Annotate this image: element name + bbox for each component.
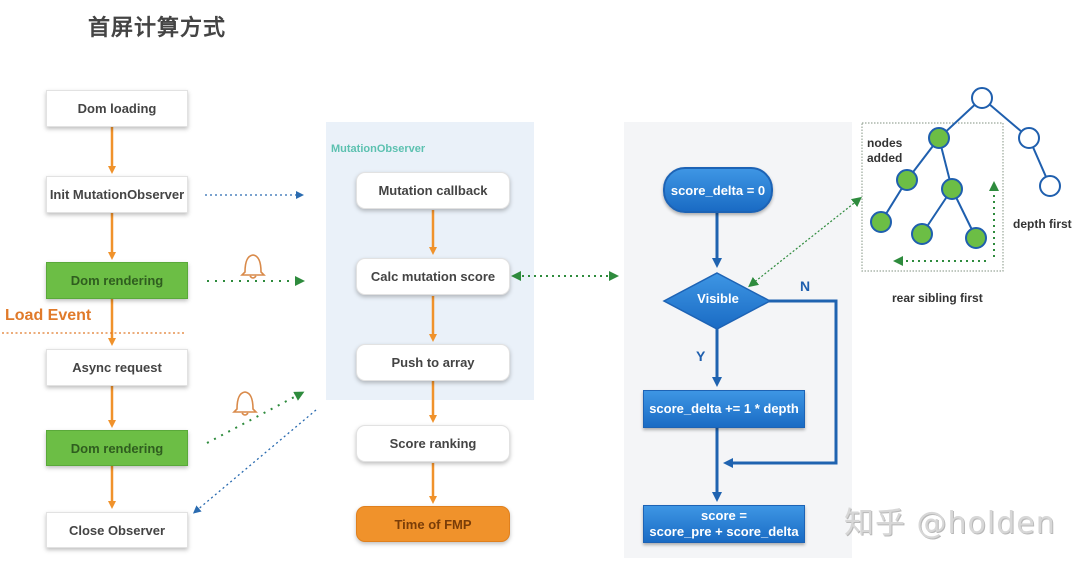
nodes-added-line1: nodes bbox=[867, 136, 903, 150]
tree-node bbox=[1018, 127, 1040, 149]
visible-decision-label: Visible bbox=[697, 291, 739, 306]
score-result-line2: score_pre + score_delta bbox=[649, 524, 799, 539]
step-dom-rendering-1: Dom rendering bbox=[46, 262, 188, 299]
nodes-added-line2: added bbox=[867, 151, 903, 165]
step-score-ranking: Score ranking bbox=[356, 425, 510, 462]
render2-to-observer-connector bbox=[206, 391, 305, 444]
bell-icon bbox=[240, 254, 266, 279]
tree-node-added bbox=[896, 169, 918, 191]
step-close-observer: Close Observer bbox=[46, 512, 188, 548]
score-result: score = score_pre + score_delta bbox=[643, 505, 805, 543]
visible-to-tree-connector bbox=[748, 196, 862, 288]
tree-node-added bbox=[965, 227, 987, 249]
step-time-of-fmp: Time of FMP bbox=[356, 506, 510, 542]
tree-node bbox=[1039, 175, 1061, 197]
score-result-line1: score = bbox=[701, 508, 747, 523]
score-delta-increment: score_delta += 1 * depth bbox=[643, 390, 805, 428]
step-dom-rendering-2: Dom rendering bbox=[46, 430, 188, 466]
no-label: N bbox=[800, 278, 811, 294]
score-flow-arrows bbox=[712, 213, 838, 502]
step-dom-loading: Dom loading bbox=[46, 90, 188, 127]
yes-label: Y bbox=[696, 348, 706, 364]
tree-node-added bbox=[928, 127, 950, 149]
tree-node-added bbox=[870, 211, 892, 233]
step-push-to-array: Push to array bbox=[356, 344, 510, 381]
load-event-label: Load Event bbox=[5, 307, 92, 324]
score-delta-start: score_delta = 0 bbox=[663, 167, 773, 213]
rear-sibling-first-label: rear sibling first bbox=[892, 291, 983, 305]
observer-to-close-connector bbox=[192, 409, 317, 514]
tree-node-added bbox=[911, 223, 933, 245]
step-init-mutation-observer: Init MutationObserver bbox=[46, 176, 188, 213]
nodes-added-label: nodes added bbox=[867, 136, 902, 166]
tree-node-added bbox=[941, 178, 963, 200]
depth-first-label: depth first bbox=[1013, 217, 1072, 231]
tree-node-root bbox=[971, 87, 993, 109]
step-calc-mutation-score: Calc mutation score bbox=[356, 258, 510, 295]
step-mutation-callback: Mutation callback bbox=[356, 172, 510, 209]
step-async-request: Async request bbox=[46, 349, 188, 386]
watermark: 知乎 @holden bbox=[844, 506, 1056, 541]
bell-icon bbox=[232, 391, 258, 416]
